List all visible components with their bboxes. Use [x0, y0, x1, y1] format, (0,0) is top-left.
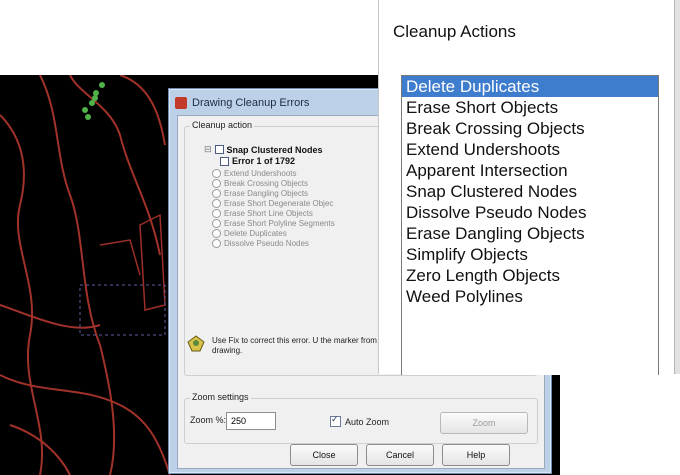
cleanup-action-item[interactable]: Zero Length Objects	[402, 265, 658, 286]
radio-icon	[212, 189, 221, 198]
cleanup-action-item[interactable]: Snap Clustered Nodes	[402, 181, 658, 202]
tree-item[interactable]: Erase Short Line Objects	[212, 209, 313, 218]
zoom-percent-input[interactable]: 250	[226, 412, 276, 430]
tree-root-node[interactable]: ⊟ Snap Clustered Nodes	[204, 144, 323, 155]
checkbox-checked-icon	[330, 414, 341, 427]
app-icon	[175, 97, 187, 109]
dialog-title: Drawing Cleanup Errors	[192, 97, 310, 109]
tree-item[interactable]: Erase Short Polyline Segments	[212, 219, 335, 228]
cleanup-actions-listbox[interactable]: Delete Duplicates Erase Short Objects Brea…	[401, 75, 659, 375]
cleanup-action-label: Cleanup action	[190, 120, 255, 130]
cleanup-action-item[interactable]: Delete Duplicates	[402, 76, 658, 97]
help-button[interactable]: Help	[442, 444, 510, 466]
warning-icon	[187, 335, 205, 352]
checkbox-icon	[214, 145, 224, 154]
checkbox-icon	[220, 156, 229, 166]
tree-item[interactable]: Extend Undershoots	[212, 169, 297, 178]
cleanup-action-item[interactable]: Weed Polylines	[402, 286, 658, 307]
tree-item[interactable]: Delete Duplicates	[212, 229, 287, 238]
tree-item[interactable]: Dissolve Pseudo Nodes	[212, 239, 309, 248]
cleanup-action-item[interactable]: Erase Dangling Objects	[402, 223, 658, 244]
radio-icon	[212, 169, 221, 178]
cleanup-action-item[interactable]: Extend Undershoots	[402, 139, 658, 160]
panel-scroll-edge[interactable]	[674, 0, 680, 374]
radio-icon	[212, 219, 221, 228]
zoom-settings-label: Zoom settings	[190, 392, 251, 402]
zoom-button[interactable]: Zoom	[440, 412, 528, 434]
radio-icon	[212, 209, 221, 218]
dialog-titlebar[interactable]: Drawing Cleanup Errors	[175, 93, 309, 113]
tree-item[interactable]: Erase Dangling Objects	[212, 189, 308, 198]
cleanup-actions-panel: Cleanup Actions Delete Duplicates Erase S…	[378, 0, 680, 375]
cleanup-action-item[interactable]: Apparent Intersection	[402, 160, 658, 181]
auto-zoom-checkbox[interactable]: Auto Zoom	[330, 414, 389, 427]
tree-collapse-icon[interactable]: ⊟	[204, 144, 212, 155]
close-button[interactable]: Close	[290, 444, 358, 466]
zoom-percent-label: Zoom %:	[190, 415, 227, 425]
tree-item[interactable]: Break Crossing Objects	[212, 179, 308, 188]
cleanup-action-item[interactable]: Erase Short Objects	[402, 97, 658, 118]
radio-icon	[212, 199, 221, 208]
tree-error-node[interactable]: Error 1 of 1792	[220, 156, 295, 166]
cleanup-action-item[interactable]: Dissolve Pseudo Nodes	[402, 202, 658, 223]
tree-item[interactable]: Erase Short Degenerate Objec	[212, 199, 333, 208]
radio-icon	[212, 179, 221, 188]
radio-icon	[212, 239, 221, 248]
cleanup-action-item[interactable]: Break Crossing Objects	[402, 118, 658, 139]
cleanup-action-item[interactable]: Simplify Objects	[402, 244, 658, 265]
radio-icon	[212, 229, 221, 238]
cancel-button[interactable]: Cancel	[366, 444, 434, 466]
cleanup-actions-title: Cleanup Actions	[393, 22, 516, 41]
